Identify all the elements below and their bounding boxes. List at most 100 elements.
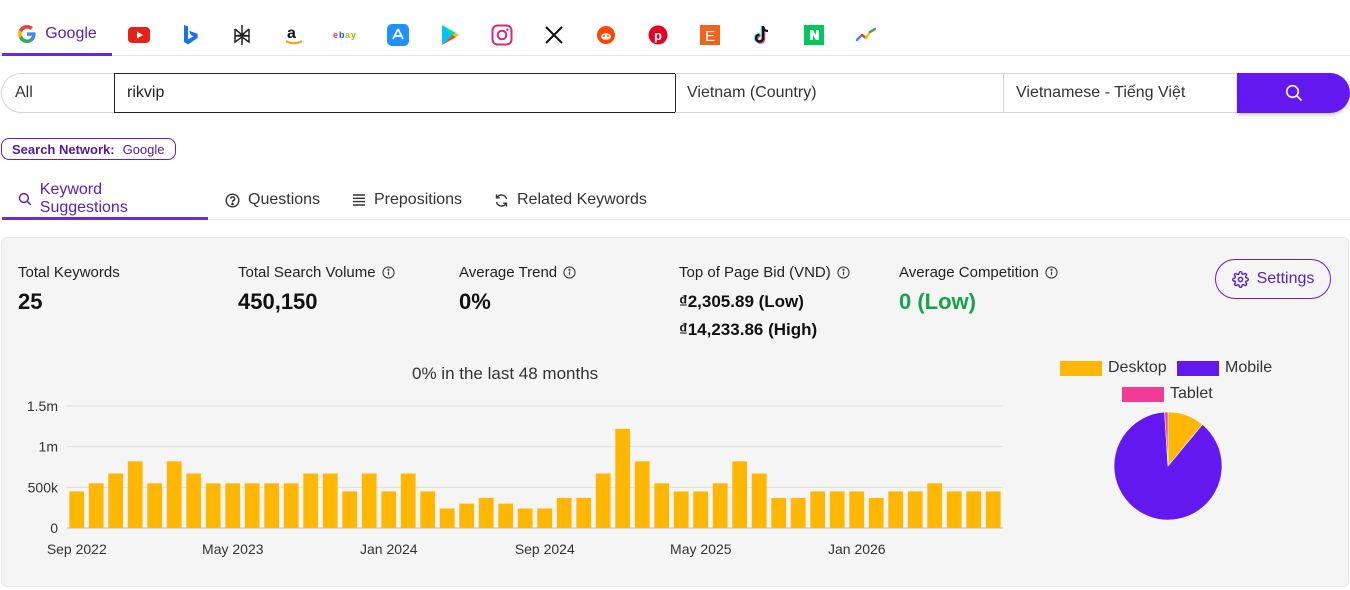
network-tab-google-play[interactable] <box>436 14 464 56</box>
stat-label: Average Trend <box>459 263 558 281</box>
info-icon[interactable] <box>1045 265 1058 279</box>
keyword-summary-panel: Total Keywords 25 Total Search Volume 45… <box>1 237 1349 587</box>
stat-value: 25 <box>18 289 43 314</box>
bar <box>459 503 475 528</box>
network-tab-app-store[interactable] <box>384 14 412 56</box>
bar <box>186 473 202 528</box>
network-tab-ebay[interactable]: ebay <box>331 14 361 56</box>
ebay-icon: ebay <box>333 30 356 40</box>
network-tab-youtube[interactable] <box>125 14 153 56</box>
settings-label: Settings <box>1256 270 1315 287</box>
gear-icon <box>1231 270 1249 288</box>
network-tab-tiktok[interactable] <box>748 14 776 56</box>
bar <box>225 483 241 528</box>
search-volume-bar-chart: 0 500k 1m 1.5m Sep 2022 May 2023 Jan 2024 Sep 2… <box>27 398 1003 557</box>
app-store-icon <box>387 24 409 46</box>
network-tab-google[interactable]: Google <box>2 14 112 56</box>
bar <box>127 461 143 528</box>
bar <box>205 483 221 528</box>
network-tab-instagram[interactable] <box>488 14 516 56</box>
stat-average-competition: Average Competition 0 (Low) <box>899 263 1058 315</box>
network-tab-bing[interactable] <box>176 14 204 56</box>
network-tab-x[interactable] <box>540 14 568 56</box>
svg-text:p: p <box>654 28 662 43</box>
bar <box>810 491 826 528</box>
legend-mobile[interactable]: Mobile <box>1177 359 1272 377</box>
bar <box>673 491 689 528</box>
scope-select[interactable]: All <box>1 73 115 113</box>
stat-value: 0% <box>459 289 491 314</box>
svg-text:e: e <box>333 30 338 40</box>
tab-keyword-suggestions[interactable]: Keyword Suggestions <box>2 180 208 220</box>
bar <box>108 473 124 528</box>
stat-average-trend: Average Trend 0% <box>459 263 576 315</box>
amazon-icon: a <box>285 25 303 45</box>
settings-button[interactable]: Settings <box>1215 259 1331 299</box>
bid-high: ₫14,233.86 (High) <box>679 320 818 339</box>
legend-swatch <box>1060 360 1102 376</box>
bar <box>283 483 299 528</box>
reddit-icon <box>597 26 615 44</box>
network-tab-amazon[interactable]: a <box>280 14 308 56</box>
tiktok-icon <box>753 25 769 44</box>
bar <box>849 491 865 528</box>
trends-icon <box>855 27 877 42</box>
stat-value: 450,150 <box>238 289 318 314</box>
youtube-icon <box>128 27 150 43</box>
stat-value: 0 (Low) <box>899 289 976 314</box>
bar <box>244 483 260 528</box>
stat-label: Top of Page Bid (VND) <box>679 263 831 281</box>
tab-questions[interactable]: Questions <box>225 180 320 220</box>
network-tab-trends[interactable] <box>852 14 880 56</box>
legend-desktop[interactable]: Desktop <box>1060 359 1167 377</box>
badge-label: Search Network: <box>12 141 115 157</box>
network-tab-perplexity[interactable] <box>228 14 256 56</box>
legend-label: Tablet <box>1170 385 1213 402</box>
x-tick-label: Jan 2026 <box>828 541 886 557</box>
search-network-tabs: Google a ebay p E <box>0 14 1350 56</box>
bar <box>771 497 787 528</box>
info-icon[interactable] <box>563 265 576 279</box>
bar <box>946 491 962 528</box>
pinterest-icon: p <box>648 25 668 45</box>
info-icon[interactable] <box>381 265 395 279</box>
y-tick-label: 1.5m <box>27 398 58 414</box>
keyword-input[interactable] <box>114 73 676 113</box>
result-tabs: Keyword Suggestions Questions Prepositio… <box>0 180 1350 220</box>
language-select[interactable]: Vietnamese - Tiếng Việt <box>1003 73 1239 113</box>
network-tab-etsy[interactable]: E <box>696 14 724 56</box>
instagram-icon <box>491 24 513 46</box>
network-tab-label: Google <box>45 24 97 42</box>
x-tick-label: May 2025 <box>670 541 732 557</box>
bar <box>147 483 163 528</box>
bar <box>829 491 845 528</box>
network-tab-reddit[interactable] <box>592 14 620 56</box>
tab-label: Questions <box>248 191 321 208</box>
legend-tablet[interactable]: Tablet <box>1122 385 1213 403</box>
bar <box>303 473 319 528</box>
bar <box>69 491 85 528</box>
list-icon <box>353 194 365 206</box>
search-bar: All Vietnam (Country) Vietnamese - Tiếng… <box>1 73 1350 113</box>
country-select[interactable]: Vietnam (Country) <box>675 73 1004 113</box>
bar <box>790 497 806 528</box>
svg-text:y: y <box>351 30 356 40</box>
tab-related-keywords[interactable]: Related Keywords <box>494 180 647 220</box>
search-button[interactable] <box>1237 73 1350 113</box>
stat-label: Average Competition <box>899 263 1039 281</box>
bar <box>381 491 397 528</box>
bar <box>400 473 416 528</box>
network-tab-naver[interactable] <box>800 14 828 56</box>
bar <box>888 491 904 528</box>
bar <box>361 473 377 528</box>
tab-prepositions[interactable]: Prepositions <box>352 180 462 220</box>
legend-label: Desktop <box>1108 359 1167 376</box>
info-icon[interactable] <box>837 265 850 279</box>
bing-icon <box>184 25 198 45</box>
bar <box>966 491 982 528</box>
network-tab-pinterest[interactable]: p <box>644 14 672 56</box>
tab-label: Related Keywords <box>517 191 647 208</box>
bar <box>166 461 182 528</box>
svg-text:a: a <box>287 25 296 42</box>
search-network-badge[interactable]: Search Network: Google <box>1 138 176 160</box>
